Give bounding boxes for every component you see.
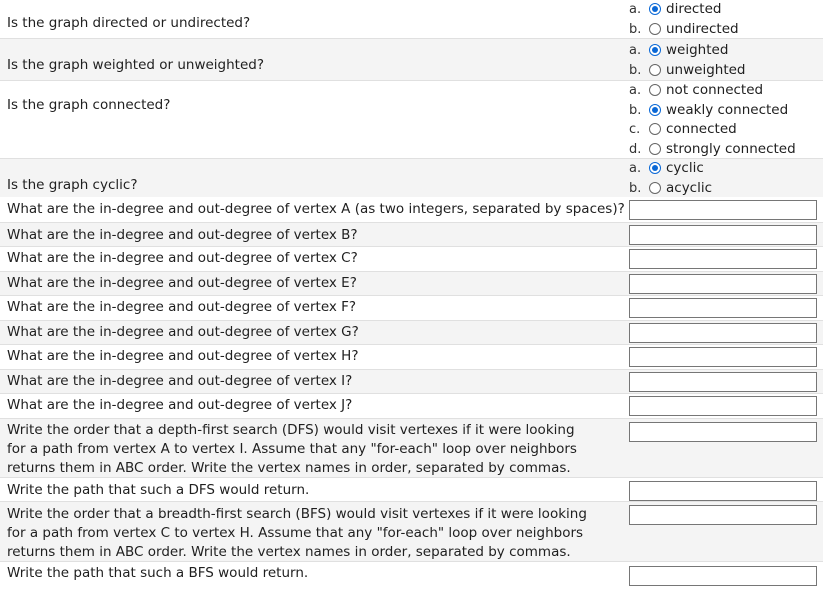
question-text: What are the in-degree and out-degree of… <box>7 373 353 389</box>
question-text: What are the in-degree and out-degree of… <box>7 250 358 266</box>
question-text: What are the in-degree and out-degree of… <box>7 299 357 315</box>
option-unweighted[interactable]: b. unweighted <box>629 61 746 81</box>
radio-icon[interactable] <box>649 181 661 194</box>
option-not-connected[interactable]: a. not connected <box>629 81 796 101</box>
degree-input-a[interactable] <box>629 200 817 220</box>
bfs-order-input[interactable] <box>629 505 817 525</box>
degree-question-c: What are the in-degree and out-degree of… <box>0 246 823 271</box>
degree-input-i[interactable] <box>629 372 817 392</box>
radio-icon[interactable] <box>649 63 661 76</box>
degree-input-g[interactable] <box>629 323 817 343</box>
radio-icon[interactable] <box>649 84 661 96</box>
question-text: What are the in-degree and out-degree of… <box>7 324 359 340</box>
option-label: cyclic <box>666 160 704 176</box>
radio-icon[interactable] <box>649 22 661 35</box>
options-group: a. weighted b. unweighted <box>629 41 746 80</box>
question-text: Is the graph cyclic? <box>7 177 138 193</box>
degree-question-i: What are the in-degree and out-degree of… <box>0 369 823 393</box>
option-label: directed <box>666 1 722 17</box>
option-letter: b. <box>629 180 642 196</box>
question-text: Write the order that a breadth-first sea… <box>7 506 587 560</box>
option-weakly-connected[interactable]: b. weakly connected <box>629 101 796 121</box>
option-letter: b. <box>629 102 642 118</box>
option-strongly-connected[interactable]: d. strongly connected <box>629 140 796 160</box>
question-text: What are the in-degree and out-degree of… <box>7 227 358 243</box>
options-group: a. cyclic b. acyclic <box>629 159 712 198</box>
degree-input-c[interactable] <box>629 249 817 269</box>
question-cyclic: Is the graph cyclic? a. cyclic b. acyclic <box>0 158 823 197</box>
option-letter: d. <box>629 141 642 157</box>
option-label: acyclic <box>666 179 713 196</box>
option-acyclic[interactable]: b. acyclic <box>629 179 712 199</box>
question-connected: Is the graph connected? a. not connected … <box>0 80 823 158</box>
radio-selected-icon[interactable] <box>649 103 661 116</box>
question-text: What are the in-degree and out-degree of… <box>7 348 359 364</box>
option-directed[interactable]: a. directed <box>629 0 739 20</box>
question-text: Is the graph connected? <box>7 97 171 113</box>
degree-input-e[interactable] <box>629 274 817 294</box>
option-label: weakly connected <box>666 101 789 118</box>
option-cyclic[interactable]: a. cyclic <box>629 159 712 179</box>
dfs-path-input[interactable] <box>629 481 817 501</box>
radio-icon[interactable] <box>649 123 661 135</box>
degree-input-j[interactable] <box>629 396 817 416</box>
option-weighted[interactable]: a. weighted <box>629 41 746 61</box>
radio-selected-icon[interactable] <box>649 44 661 56</box>
bfs-path-input[interactable] <box>629 566 817 586</box>
degree-input-f[interactable] <box>629 298 817 318</box>
option-label: unweighted <box>666 61 746 78</box>
bfs-order-question: Write the order that a breadth-first sea… <box>0 501 823 561</box>
question-text: What are the in-degree and out-degree of… <box>7 397 353 413</box>
radio-selected-icon[interactable] <box>649 162 661 174</box>
dfs-path-question: Write the path that such a DFS would ret… <box>0 477 823 501</box>
option-letter: a. <box>629 43 642 58</box>
option-letter: a. <box>629 83 642 98</box>
option-connected[interactable]: c. connected <box>629 120 796 140</box>
option-undirected[interactable]: b. undirected <box>629 20 739 40</box>
option-letter: b. <box>629 21 642 37</box>
question-text: Is the graph weighted or unweighted? <box>7 57 265 73</box>
question-directed: Is the graph directed or undirected? a. d… <box>0 0 823 38</box>
dfs-order-question: Write the order that a depth-first searc… <box>0 418 823 477</box>
option-label: not connected <box>666 82 764 98</box>
degree-question-f: What are the in-degree and out-degree of… <box>0 295 823 320</box>
degree-question-b: What are the in-degree and out-degree of… <box>0 222 823 246</box>
question-weighted: Is the graph weighted or unweighted? a. w… <box>0 38 823 80</box>
degree-question-g: What are the in-degree and out-degree of… <box>0 320 823 344</box>
question-text: Write the path that such a BFS would ret… <box>7 565 309 581</box>
question-text: What are the in-degree and out-degree of… <box>7 275 357 291</box>
dfs-order-input[interactable] <box>629 422 817 442</box>
radio-selected-icon[interactable] <box>649 3 661 15</box>
radio-icon[interactable] <box>649 142 661 155</box>
option-label: weighted <box>666 42 729 58</box>
option-letter: c. <box>629 122 641 137</box>
option-label: strongly connected <box>666 140 796 157</box>
degree-question-e: What are the in-degree and out-degree of… <box>0 271 823 295</box>
question-text: What are the in-degree and out-degree of… <box>7 201 625 217</box>
bfs-path-question: Write the path that such a BFS would ret… <box>0 561 823 590</box>
option-label: undirected <box>666 20 739 37</box>
degree-question-j: What are the in-degree and out-degree of… <box>0 393 823 418</box>
option-letter: a. <box>629 161 642 176</box>
options-group: a. not connected b. weakly connected c. con… <box>629 81 796 159</box>
question-text: Write the path that such a DFS would ret… <box>7 482 310 498</box>
degree-question-h: What are the in-degree and out-degree of… <box>0 344 823 369</box>
option-letter: a. <box>629 2 642 17</box>
degree-input-b[interactable] <box>629 225 817 245</box>
question-text: Write the order that a depth-first searc… <box>7 422 577 476</box>
option-label: connected <box>666 121 737 137</box>
degree-question-a: What are the in-degree and out-degree of… <box>0 197 823 222</box>
degree-input-h[interactable] <box>629 347 817 367</box>
options-group: a. directed b. undirected <box>629 0 739 39</box>
question-text: Is the graph directed or undirected? <box>7 15 251 31</box>
option-letter: b. <box>629 62 642 78</box>
